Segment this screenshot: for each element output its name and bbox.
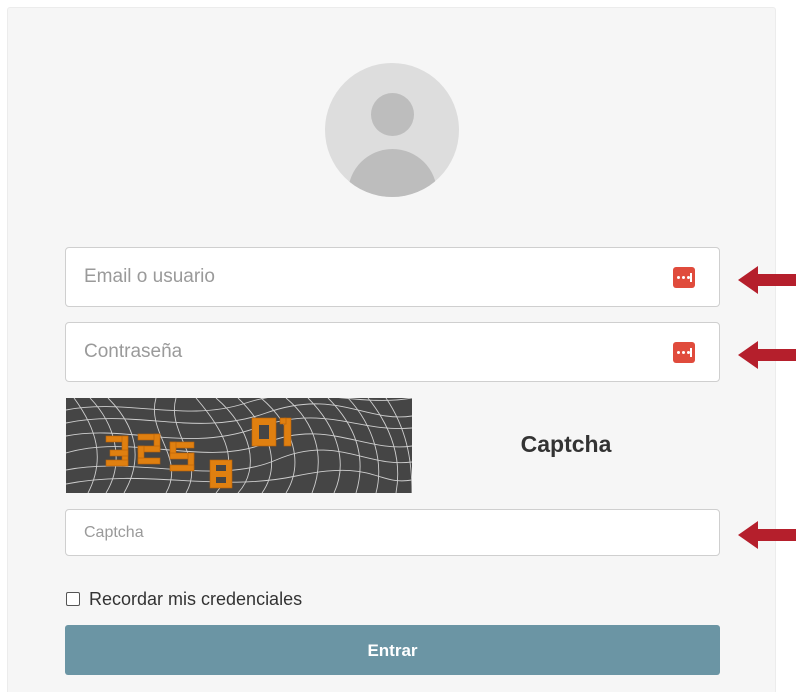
password-manager-key-icon[interactable] <box>673 267 695 288</box>
avatar-body <box>348 149 437 197</box>
password-field[interactable] <box>65 322 720 382</box>
login-page: Captcha Recordar mis credenciales Entrar <box>0 0 796 692</box>
avatar-head <box>371 93 414 136</box>
remember-label[interactable]: Recordar mis credenciales <box>89 589 302 609</box>
captcha-image <box>66 398 412 493</box>
captcha-label: Captcha <box>520 431 612 457</box>
captcha-field[interactable] <box>65 509 720 556</box>
remember-checkbox[interactable] <box>66 592 80 606</box>
captcha-image-graphic <box>66 398 412 493</box>
left-arrow-icon <box>738 341 796 369</box>
password-input[interactable] <box>66 323 719 381</box>
email-input[interactable] <box>66 248 719 306</box>
remember-credentials[interactable]: Recordar mis credenciales <box>66 589 302 609</box>
submit-button[interactable]: Entrar <box>65 625 720 675</box>
left-arrow-icon <box>738 266 796 294</box>
captcha-input[interactable] <box>66 510 719 555</box>
password-manager-key-icon[interactable] <box>673 342 695 363</box>
email-field[interactable] <box>65 247 720 307</box>
left-arrow-icon <box>738 521 796 549</box>
user-avatar-icon <box>325 63 459 197</box>
